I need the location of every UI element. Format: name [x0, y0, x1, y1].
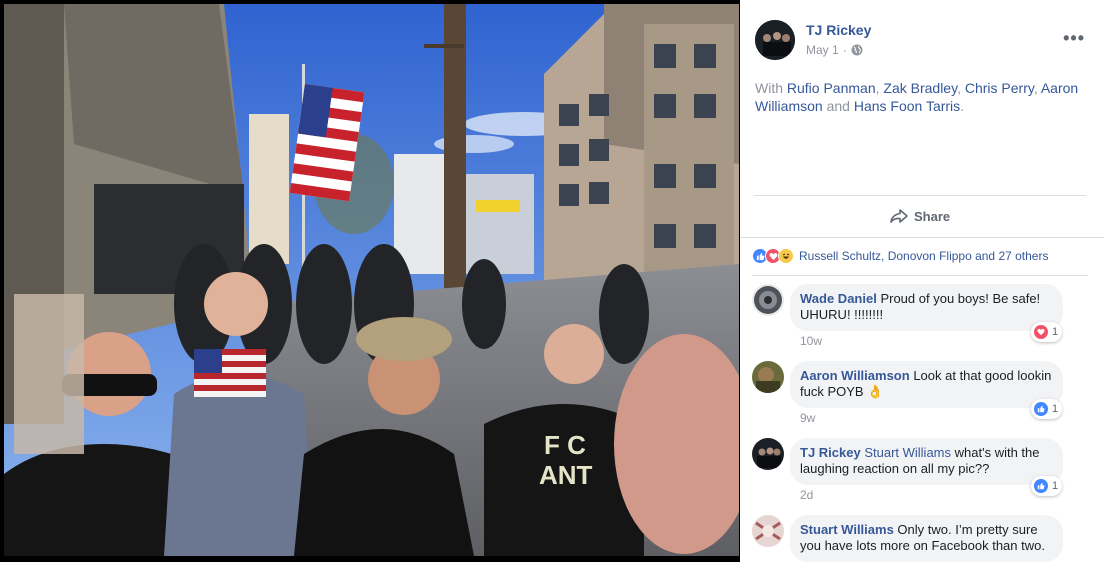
share-icon — [890, 209, 908, 223]
commenter-avatar[interactable] — [752, 515, 784, 547]
comment-reactions[interactable]: 1 — [1031, 322, 1063, 342]
with-prefix: With — [755, 80, 783, 96]
commenter-avatar[interactable] — [752, 284, 784, 316]
post-meta: May 1 · — [806, 43, 863, 57]
tagged-person[interactable]: Zak Bradley — [883, 80, 957, 96]
photo-viewer: F C ANT TJ Rickey May 1 · ••• With Rufio… — [0, 0, 1104, 562]
commenter-name[interactable]: Aaron Williamson — [800, 368, 910, 383]
author-avatar-image — [755, 20, 795, 60]
comment-time[interactable]: 10w — [800, 334, 822, 348]
post-panel: TJ Rickey May 1 · ••• With Rufio Panman,… — [740, 0, 1104, 562]
tag-comma: , — [1033, 80, 1038, 96]
commenter-name[interactable]: Stuart Williams — [800, 522, 894, 537]
divider — [740, 237, 1104, 238]
tagged-person[interactable]: Chris Perry — [965, 80, 1034, 96]
reactors-text[interactable]: Russell Schultz, Donovon Flippo and 27 o… — [799, 249, 1048, 263]
post-date[interactable]: May 1 — [806, 43, 839, 57]
like-reaction-icon — [1034, 479, 1048, 493]
comment-reactions[interactable]: 1 — [1031, 476, 1063, 496]
meta-separator: · — [842, 43, 847, 57]
comment-bubble: Aaron Williamson Look at that good looki… — [790, 361, 1063, 408]
with-end: . — [960, 98, 965, 114]
commenter-avatar-image — [752, 361, 784, 393]
tagged-person[interactable]: Hans Foon Tarris — [854, 98, 960, 114]
comment-time[interactable]: 2d — [800, 488, 813, 502]
comment-time[interactable]: 9w — [800, 411, 815, 425]
like-reaction-icon — [1034, 402, 1048, 416]
comment-bubble: Wade Daniel Proud of you boys! Be safe! … — [790, 284, 1063, 331]
reactions-summary[interactable]: Russell Schultz, Donovon Flippo and 27 o… — [752, 246, 1048, 266]
svg-text:F C: F C — [544, 430, 586, 460]
share-button[interactable]: Share — [890, 206, 950, 226]
commenter-avatar-image — [752, 284, 784, 316]
commenter-name[interactable]: Wade Daniel — [800, 291, 877, 306]
svg-text:ANT: ANT — [539, 460, 593, 490]
commenter-avatar-image — [752, 438, 784, 470]
commenter-name[interactable]: TJ Rickey — [800, 445, 861, 460]
post-photo[interactable]: F C ANT — [4, 4, 739, 556]
reaction-count: 1 — [1052, 480, 1059, 492]
with-and: and — [826, 98, 850, 114]
commenter-avatar[interactable] — [752, 438, 784, 470]
ok-hand-emoji: 👌 — [867, 384, 884, 399]
post-header: TJ Rickey May 1 · ••• — [755, 20, 1095, 60]
tag-comma: , — [875, 80, 880, 96]
commenter-avatar-image — [752, 515, 784, 547]
comment-reactions[interactable]: 1 — [1031, 399, 1063, 419]
author-name[interactable]: TJ Rickey — [806, 22, 871, 38]
divider — [752, 275, 1088, 276]
commenter-avatar[interactable] — [752, 361, 784, 393]
divider — [754, 195, 1086, 196]
love-reaction-icon — [1034, 325, 1048, 339]
share-label: Share — [914, 208, 951, 224]
mentioned-user[interactable]: Stuart Williams — [864, 445, 951, 460]
tagged-person[interactable]: Rufio Panman — [787, 80, 876, 96]
tagged-people: With Rufio Panman, Zak Bradley, Chris Pe… — [755, 79, 1089, 115]
photo-scene: F C ANT — [4, 4, 739, 556]
tag-comma: , — [957, 80, 961, 96]
reaction-count: 1 — [1052, 403, 1059, 415]
comment-bubble: Stuart Williams Only two. I’m pretty sur… — [790, 515, 1063, 562]
globe-icon[interactable] — [851, 44, 863, 56]
reaction-count: 1 — [1052, 326, 1059, 338]
comment-bubble: TJ Rickey Stuart Williams what's with th… — [790, 438, 1063, 485]
more-options-icon[interactable]: ••• — [1063, 28, 1085, 49]
author-avatar[interactable] — [755, 20, 795, 60]
haha-reaction-icon — [778, 248, 794, 264]
